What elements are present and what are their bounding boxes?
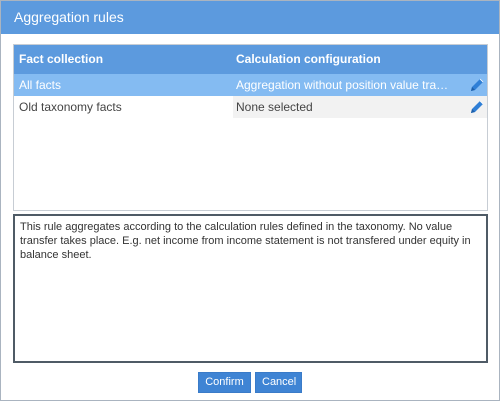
fact-collection-cell: Old taxonomy facts <box>19 100 122 114</box>
dialog-title: Aggregation rules <box>1 1 499 34</box>
cancel-button[interactable]: Cancel <box>255 372 302 393</box>
pencil-icon[interactable] <box>469 77 485 93</box>
rules-grid: Fact collection Calculation configuratio… <box>13 44 488 211</box>
table-row[interactable]: Old taxonomy facts None selected <box>14 96 487 118</box>
fact-collection-cell: All facts <box>19 78 62 92</box>
rule-description: This rule aggregates according to the ca… <box>13 214 488 363</box>
grid-header: Fact collection Calculation configuratio… <box>14 45 487 74</box>
calculation-configuration-value: None selected <box>236 100 313 114</box>
confirm-button[interactable]: Confirm <box>198 372 251 393</box>
dialog-buttons: Confirm Cancel <box>1 372 499 394</box>
column-header-calculation-configuration[interactable]: Calculation configuration <box>233 45 487 74</box>
aggregation-rules-dialog: Aggregation rules Fact collection Calcul… <box>0 0 500 401</box>
pencil-icon[interactable] <box>469 99 485 115</box>
column-header-fact-collection[interactable]: Fact collection <box>14 45 233 74</box>
table-row[interactable]: All facts Aggregation without position v… <box>14 74 487 96</box>
calculation-configuration-cell[interactable]: Aggregation without position value trans… <box>233 74 487 96</box>
calculation-configuration-value: Aggregation without position value trans… <box>236 78 449 92</box>
calculation-configuration-cell[interactable]: None selected <box>233 96 487 118</box>
